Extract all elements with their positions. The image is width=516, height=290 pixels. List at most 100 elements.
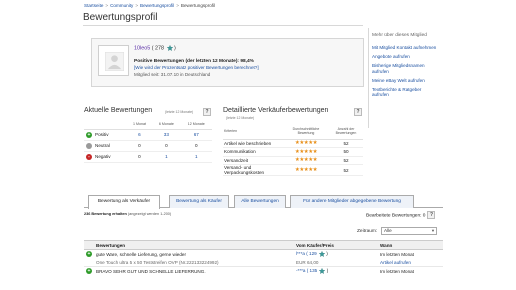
column-header: 12 Monate <box>180 119 212 130</box>
neutral-icon <box>86 142 92 149</box>
rating-count: 52 <box>329 164 363 177</box>
detailed-ratings-help-button[interactable]: ? <box>354 108 362 116</box>
revised-feedback: Bearbeitete Bewertungen: 0? <box>366 211 436 219</box>
column-header: 6 Monate <box>152 119 181 130</box>
detailed-ratings-table: Kriterien Durchschnittliche Bewertung An… <box>223 124 363 177</box>
rating-row-neutral: Neutral 0 0 0 <box>84 140 212 152</box>
divider <box>83 25 363 26</box>
rating-count[interactable]: 1 <box>180 151 212 163</box>
column-header: Kriterien <box>223 124 283 140</box>
user-placeholder-icon <box>105 52 124 71</box>
detailed-ratings-subtitle: (letzte 12 Monate) <box>226 116 255 120</box>
criteria-label: Artikel wie beschrieben <box>223 139 283 149</box>
feedback-star-icon <box>166 45 173 51</box>
criteria-label: Versandzeit <box>223 156 283 166</box>
breadcrumb-community[interactable]: Community <box>110 3 133 8</box>
rating-label: Neutral <box>95 142 110 148</box>
detailed-row: Versandzeit ★★★★★ 52 <box>223 156 363 166</box>
positive-icon: + <box>86 268 92 275</box>
percentage-info-link[interactable]: [Wie wird der Prozentsatz positiver Bewe… <box>134 65 259 70</box>
sidebar-link-reviews-guides[interactable]: Textberichte & Ratgeber aufrufen <box>372 87 438 98</box>
member-since: Mitglied seit: 31.07.10 in Deutschland <box>134 72 211 77</box>
username-line: 10leo5 ( 278 ) <box>134 45 176 51</box>
rating-count[interactable]: 1 <box>152 151 181 163</box>
breadcrumb-bewertungsprofil[interactable]: Bewertungsprofil <box>140 3 174 8</box>
feedback-count-range: (angezeigt werden 1-200) <box>127 212 172 216</box>
revised-feedback-help-button[interactable]: ? <box>427 211 436 219</box>
feedback-comment: gute Ware, schnelle Lieferung, gerne wie… <box>96 251 186 257</box>
feedback-row: + BRAVO SEHR GUT UND SCHNELLE LIEFERRUNG… <box>84 267 443 276</box>
buyer-score-close: ) <box>326 251 328 257</box>
rating-count: 0 <box>152 140 181 152</box>
rating-label: Positiv <box>95 131 109 137</box>
feedback-when: Im letzten Monat <box>380 251 414 257</box>
buyer-link[interactable]: l***a ( 129 <box>296 251 317 256</box>
period-select[interactable]: Alle ▼ <box>381 227 437 235</box>
criteria-label: Kommunikation <box>223 147 283 157</box>
tab-all-feedback[interactable]: Alle Bewertungen <box>234 195 286 208</box>
rating-count[interactable]: 33 <box>152 129 181 141</box>
feedback-row: + gute Ware, schnelle Lieferung, gerne w… <box>84 250 443 259</box>
sidebar-link-my-world[interactable]: Meine eBay Welt aufrufen <box>372 78 438 84</box>
breadcrumb: Startseite > Community > Bewertungsprofil > Be… <box>84 3 215 8</box>
rating-count: 52 <box>329 139 363 149</box>
star-rating: ★★★★★ <box>283 156 329 166</box>
avatar[interactable] <box>98 45 129 76</box>
tab-buyer-feedback[interactable]: Bewertung als Käufer <box>169 195 229 208</box>
feedback-tabs: Bewertung als Verkäufer Bewertung als Kä… <box>84 195 443 209</box>
tab-seller-feedback[interactable]: Bewertung als Verkäufer <box>88 195 160 209</box>
breadcrumb-separator: > <box>176 3 179 8</box>
star-rating: ★★★★★ <box>283 147 329 157</box>
feedback-item-row: One Touch ultra 5 x 50 Teststreifen OVP … <box>84 258 443 268</box>
period-select-value: Alle <box>384 228 392 233</box>
recent-ratings-table: 1 Monat 6 Monate 12 Monate + Positiv 6 33… <box>84 119 212 168</box>
sidebar-link-contact[interactable]: Mit Mitglied Kontakt aufnehmen <box>372 45 438 51</box>
view-item-link[interactable]: Artikel aufrufen <box>380 260 411 265</box>
feedback-when: Im letzten Monat <box>380 268 414 274</box>
feedback-score[interactable]: ( 278 <box>152 45 164 51</box>
rating-count: 0 <box>126 140 153 152</box>
chevron-down-icon: ▼ <box>431 228 435 233</box>
star-icon: ★ <box>312 148 318 155</box>
buyer-link[interactable]: -***a ( 135 <box>296 268 317 273</box>
detailed-ratings-title: Detaillierte Verkäuferbewertungen <box>223 107 329 114</box>
negative-icon: - <box>86 153 92 160</box>
item-price: EUR 64,00 <box>294 258 378 268</box>
rating-count[interactable]: 6 <box>126 129 153 141</box>
star-icon: ★ <box>312 140 318 147</box>
page-title: Bewertungsprofil <box>83 12 158 23</box>
tab-left-for-others[interactable]: Für andere Mitglieder abgegebene Bewertu… <box>290 195 414 208</box>
feedback-from: l***a ( 129 ) <box>294 250 378 259</box>
buyer-score-close: ) <box>326 268 329 274</box>
period-label: Zeitraum: <box>357 229 378 234</box>
sidebar-link-listings[interactable]: Angebote aufrufen <box>372 54 438 60</box>
breadcrumb-startseite[interactable]: Startseite <box>84 3 103 8</box>
rating-row-negative: - Negativ 0 1 1 <box>84 151 212 163</box>
feedback-count-total: 236 Bewertung erhalten <box>84 212 127 216</box>
sidebar-header: Mehr über dieses Mitglied <box>372 33 427 38</box>
detailed-row: Versand- und Verpackungskosten ★★★★★ 52 <box>223 164 363 177</box>
feedback-star-icon <box>319 268 326 275</box>
member-sidebar: Mehr über dieses Mitglied Mit Mitglied K… <box>368 28 438 128</box>
feedback-table: Bewertungen Vom Käufer/Preis Wann + gute… <box>84 240 443 275</box>
column-header: Anzahl der Bewertungen <box>329 124 363 140</box>
item-title: One Touch ultra 5 x 50 Teststreifen OVP … <box>94 258 294 268</box>
revised-feedback-label: Bearbeitete Bewertungen: 0 <box>366 213 426 219</box>
rating-count[interactable]: 67 <box>180 129 212 141</box>
profile-box: 10leo5 ( 278 ) Positive Bewertungen (der… <box>91 38 364 87</box>
feedback-count: 236 Bewertung erhalten (angezeigt werden… <box>84 212 171 216</box>
recent-ratings-help-button[interactable]: ? <box>203 108 211 116</box>
criteria-label: Versand- und Verpackungskosten <box>223 164 283 177</box>
column-header: Vom Käufer/Preis <box>294 240 378 250</box>
rating-count: 0 <box>180 140 212 152</box>
breadcrumb-separator: > <box>135 3 139 8</box>
detailed-row: Kommunikation ★★★★★ 50 <box>223 147 363 157</box>
column-header: Bewertungen <box>94 240 294 250</box>
star-rating: ★★★★★ <box>283 139 329 149</box>
rating-count: 50 <box>329 147 363 157</box>
breadcrumb-separator: > <box>105 3 109 8</box>
username-link[interactable]: 10leo5 <box>134 45 150 51</box>
sidebar-link-previous-names[interactable]: Bisherige Mitgliedsnamen aufrufen <box>372 63 438 74</box>
rating-label: Negativ <box>95 153 111 159</box>
recent-ratings-subtitle: (letzte 12 Monate) <box>165 110 194 114</box>
